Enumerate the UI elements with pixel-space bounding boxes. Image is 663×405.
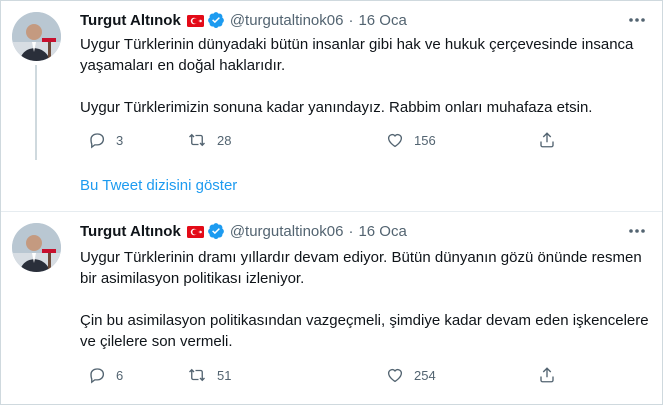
like-button[interactable]: 156 (386, 129, 436, 151)
tweet-text: Uygur Türklerinin dramı yıllardır devam … (80, 247, 650, 352)
tweet[interactable]: Turgut Altınok @turgutaltinok06 · 16 Oca (1, 212, 662, 404)
heart-icon (386, 131, 404, 149)
retweet-icon (187, 131, 207, 149)
tweet-paragraph: Uygur Türklerinin dünyadaki bütün insanl… (80, 36, 634, 74)
share-icon (538, 131, 556, 149)
tweet-date[interactable]: 16 Oca (358, 223, 406, 240)
author-name[interactable]: Turgut Altınok (80, 223, 181, 240)
separator-dot: · (348, 222, 354, 240)
reply-count: 6 (116, 367, 124, 383)
heart-icon (386, 366, 404, 384)
more-options-icon[interactable] (628, 224, 646, 238)
like-count: 254 (414, 367, 436, 383)
retweet-count: 51 (217, 367, 232, 383)
tweet-header: Turgut Altınok @turgutaltinok06 · 16 Oca (80, 10, 407, 30)
tweet-header: Turgut Altınok @turgutaltinok06 · 16 Oca (80, 221, 407, 241)
share-button[interactable] (538, 129, 556, 151)
thread-connector-line (35, 65, 37, 160)
like-count: 156 (414, 132, 436, 148)
author-handle[interactable]: @turgutaltinok06 (230, 223, 344, 240)
share-button[interactable] (538, 364, 556, 386)
reply-button[interactable]: 3 (88, 129, 123, 151)
reply-icon (88, 131, 106, 149)
share-icon (538, 366, 556, 384)
tweet-text: Uygur Türklerinin dünyadaki bütün insanl… (80, 34, 650, 118)
turkey-flag-icon (186, 14, 204, 27)
tweet-paragraph: Uygur Türklerimizin sonuna kadar yanında… (80, 99, 593, 116)
verified-badge-icon (207, 11, 225, 29)
avatar[interactable] (12, 223, 61, 272)
tweet-paragraph: Çin bu asimilasyon politikasından vazgeç… (80, 312, 649, 350)
reply-icon (88, 366, 106, 384)
separator-dot: · (348, 11, 354, 29)
tweet[interactable]: Turgut Altınok @turgutaltinok06 · 16 Oca (1, 1, 662, 212)
author-handle[interactable]: @turgutaltinok06 (230, 12, 344, 29)
retweet-button[interactable]: 51 (187, 364, 231, 386)
like-button[interactable]: 254 (386, 364, 436, 386)
retweet-count: 28 (217, 132, 232, 148)
avatar[interactable] (12, 12, 61, 61)
tweet-date[interactable]: 16 Oca (358, 12, 406, 29)
tweet-actions: 3 28 156 (80, 129, 560, 151)
tweet-actions: 6 51 254 (80, 364, 560, 386)
author-name[interactable]: Turgut Altınok (80, 12, 181, 29)
show-thread-link[interactable]: Bu Tweet dizisini göster (80, 177, 237, 194)
reply-count: 3 (116, 132, 124, 148)
verified-badge-icon (207, 222, 225, 240)
turkey-flag-icon (186, 225, 204, 238)
more-options-icon[interactable] (628, 13, 646, 27)
retweet-button[interactable]: 28 (187, 129, 231, 151)
tweet-paragraph: Uygur Türklerinin dramı yıllardır devam … (80, 249, 642, 287)
timeline: Turgut Altınok @turgutaltinok06 · 16 Oca (0, 0, 663, 405)
reply-button[interactable]: 6 (88, 364, 123, 386)
retweet-icon (187, 366, 207, 384)
